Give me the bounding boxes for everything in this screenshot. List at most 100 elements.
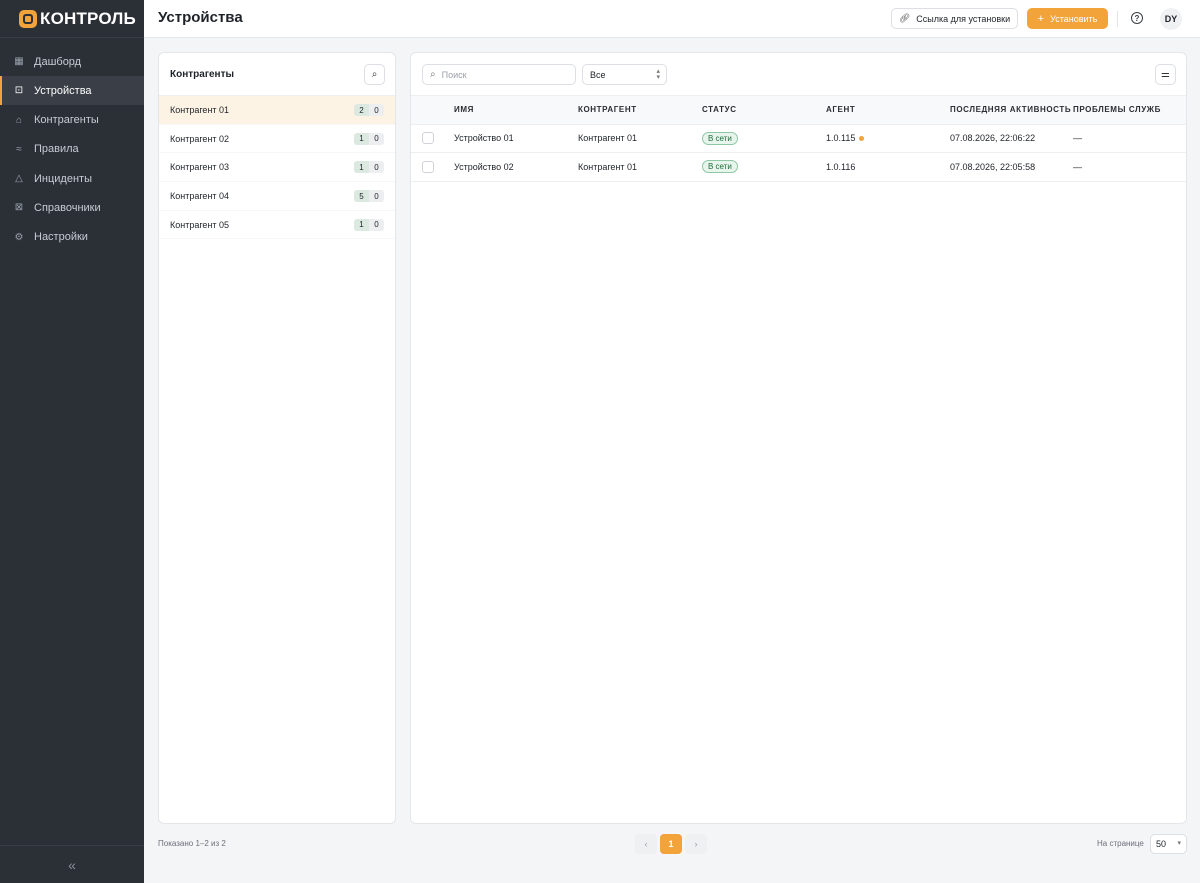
column-header-select [411,96,454,125]
help-icon[interactable]: ? [1131,12,1143,24]
clients-panel: Контрагенты ⌕ Контрагент 01 2 0 Контраге… [158,52,396,824]
device-client: Контрагент 01 [578,152,702,182]
client-name: Контрагент 04 [170,190,230,201]
device-icon: ⊡ [14,85,24,97]
search-icon: ⌕ [430,69,436,80]
client-row[interactable]: Контрагент 03 1 0 [159,153,395,183]
client-badges: 1 0 [354,132,384,145]
chevron-down-icon: ▾ [1177,840,1181,847]
sidebar-item-label: Контрагенты [34,114,99,127]
brand-name: КОНТРОЛЬ [40,8,136,28]
clients-search-button[interactable]: ⌕ [364,64,385,85]
prev-page-button[interactable]: ‹ [635,834,657,854]
sidebar-item-rules[interactable]: ≈ Правила [0,135,144,164]
header: Устройства 🔗︎ Ссылка для установки + Уст… [144,0,1200,38]
agent-version: 1.0.116 [826,161,856,172]
warning-icon: △ [15,173,23,185]
chevron-right-icon: › [694,839,698,849]
row-checkbox[interactable] [422,132,434,145]
status-filter-select[interactable]: Все ▴ ▾ [582,64,667,85]
plus-icon: + [1037,12,1045,25]
service-issues: — [1073,124,1186,153]
search-icon: ⌕ [371,69,378,80]
per-page-label: На странице [1097,839,1144,848]
sliders-icon: ⚌ [1161,69,1170,80]
sidebar-item-clients[interactable]: ⌂ Контрагенты [0,106,144,135]
sidebar-item-label: Инциденты [34,172,92,185]
issue-count-badge: 0 [369,190,384,203]
client-row[interactable]: Контрагент 05 1 0 [159,211,395,240]
sidebar-item-label: Дашборд [34,55,82,68]
column-header-name[interactable]: Имя [454,96,578,125]
table-row[interactable]: Устройство 02 Контрагент 01 В сети 1.0.1… [411,152,1186,182]
sidebar-item-label: Устройства [34,84,92,97]
service-issues: — [1073,152,1186,182]
agent-version: 1.0.115 [826,133,856,144]
device-name[interactable]: Устройство 02 [454,152,578,182]
sidebar-item-settings[interactable]: ⚙ Настройки [0,223,144,252]
avatar[interactable]: DY [1160,8,1182,30]
chevron-left-icon: ‹ [644,839,648,849]
per-page-select[interactable]: 50 ▾ [1150,834,1187,854]
column-header-agent[interactable]: Агент [826,96,950,125]
search-input[interactable]: ⌕ Поиск [422,64,576,85]
issue-count-badge: 0 [369,218,384,231]
collapse-sidebar-button[interactable]: « [0,845,144,883]
grid-icon: ▦ [14,56,24,67]
client-name: Контрагент 02 [170,133,230,144]
sidebar-item-label: Настройки [34,231,88,244]
sidebar-item-incidents[interactable]: △ Инциденты [0,164,144,193]
pagination: ‹ 1 › [635,834,707,854]
issue-count-badge: 0 [369,104,384,116]
page-button[interactable]: 1 [660,834,682,854]
column-settings-button[interactable]: ⚌ [1155,64,1176,85]
clients-panel-title: Контрагенты [170,69,235,80]
issue-count-badge: 0 [369,132,384,145]
row-checkbox[interactable] [422,160,434,173]
sidebar-item-references[interactable]: ⊠ Справочники [0,193,144,222]
book-icon: ⊠ [14,202,24,214]
device-name[interactable]: Устройство 01 [454,124,578,153]
sliders-icon: ≈ [16,143,22,155]
column-header-status[interactable]: Статус [702,96,826,125]
client-badges: 5 0 [354,190,384,203]
client-name: Контрагент 05 [170,219,230,230]
table-row[interactable]: Устройство 01 Контрагент 01 В сети 1.0.1… [411,124,1186,153]
device-count-badge: 1 [354,161,369,174]
header-divider [1117,11,1118,27]
client-row[interactable]: Контрагент 01 2 0 [159,96,395,125]
client-row[interactable]: Контрагент 04 5 0 [159,182,395,211]
sidebar-item-devices[interactable]: ⊡ Устройства [0,76,144,106]
sidebar-item-label: Правила [34,143,79,156]
devices-table: Имя Контрагент Статус Агент Последняя ак… [411,96,1186,182]
install-button[interactable]: + Установить [1027,8,1108,29]
client-name: Контрагент 01 [170,104,230,115]
logo-icon [19,9,37,28]
table-header-row: Имя Контрагент Статус Агент Последняя ак… [411,96,1186,125]
search-placeholder: Поиск [441,69,467,80]
brand[interactable]: КОНТРОЛЬ [0,0,144,38]
sidebar-item-dashboard[interactable]: ▦ Дашборд [0,47,144,76]
install-link-button[interactable]: 🔗︎ Ссылка для установки [891,8,1018,29]
chevron-updown-icon: ▴ ▾ [656,68,660,81]
column-header-service-issues[interactable]: Проблемы служб [1073,96,1186,125]
gear-icon: ⚙ [14,231,24,243]
client-badges: 2 0 [354,104,384,116]
client-row[interactable]: Контрагент 02 1 0 [159,125,395,154]
column-header-last-activity[interactable]: Последняя активность [950,96,1073,125]
sidebar: КОНТРОЛЬ ▦ Дашборд ⊡ Устройства ⌂ Контра… [0,0,144,883]
device-count-badge: 1 [354,132,369,145]
device-count-badge: 2 [354,104,369,116]
pagination-summary: Показано 1–2 из 2 [158,839,226,848]
client-name: Контрагент 03 [170,162,230,173]
sidebar-item-label: Справочники [34,201,101,214]
building-icon: ⌂ [15,114,23,126]
last-activity: 07.08.2026, 22:06:22 [950,124,1073,153]
per-page-value: 50 [1156,839,1167,849]
status-badge: В сети [702,131,738,145]
next-page-button[interactable]: › [685,834,707,854]
install-link-label: Ссылка для установки [916,13,1011,24]
column-header-client[interactable]: Контрагент [578,96,702,125]
status-filter-value: Все [590,69,606,80]
page-title: Устройства [158,9,243,26]
